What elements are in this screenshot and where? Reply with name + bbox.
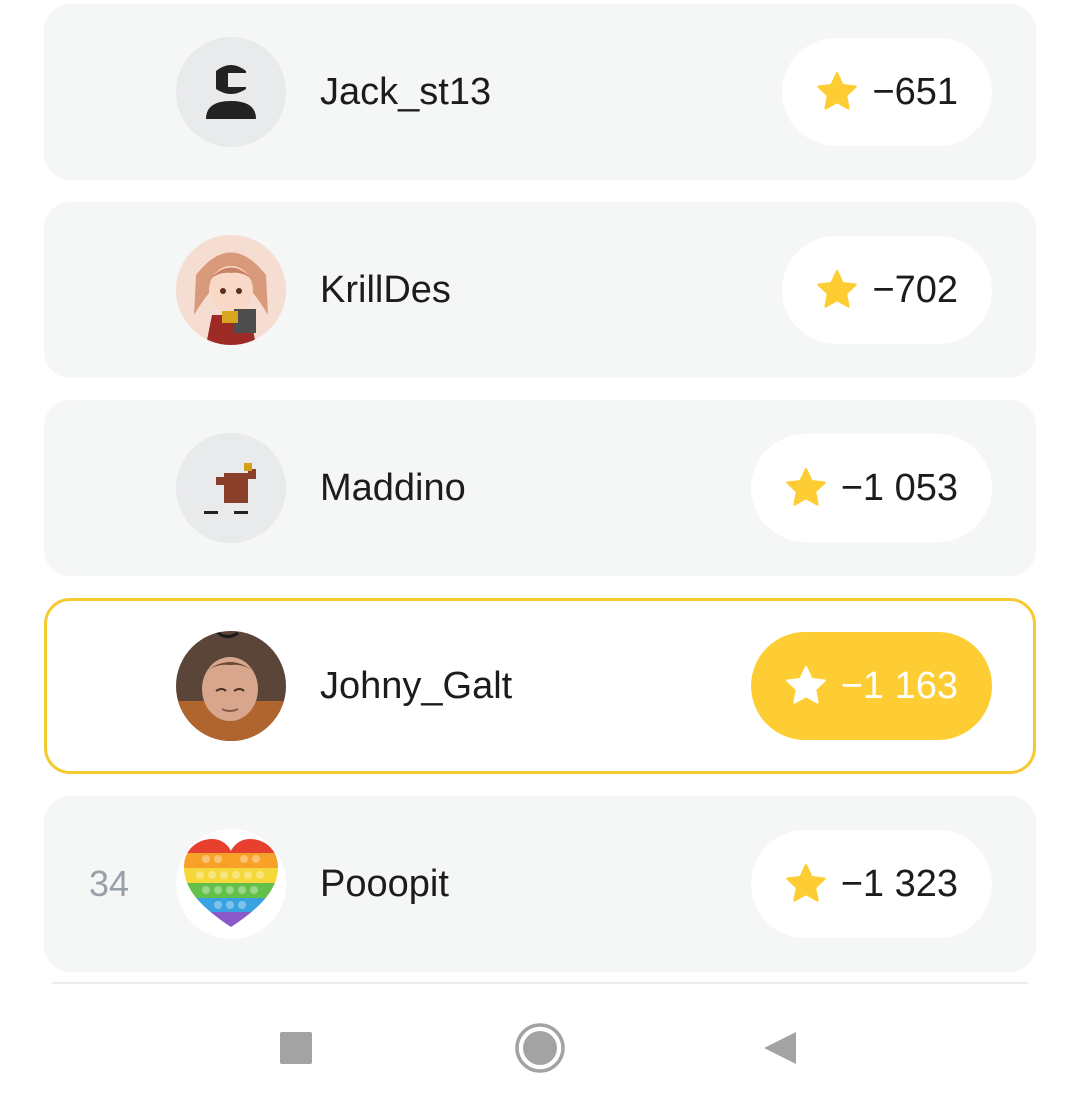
score-badge: −1 323 [750, 830, 992, 938]
star-icon [817, 72, 858, 110]
star-icon [785, 666, 826, 704]
username: Jack_st13 [320, 70, 492, 113]
score-badge-highlighted: −1 163 [750, 632, 992, 740]
leaderboard-row[interactable]: KrillDes −702 [44, 202, 1036, 378]
username: Maddino [320, 466, 466, 509]
rank-number [84, 4, 134, 180]
leaderboard-row[interactable]: 34 Pooopit −1 323 [44, 796, 1036, 972]
username: Pooopit [320, 862, 449, 905]
username: Johny_Galt [320, 664, 513, 707]
score-badge: −1 053 [750, 434, 992, 542]
rank-number [84, 400, 134, 576]
rank-number [84, 202, 134, 378]
leaderboard-row-current-user[interactable]: Johny_Galt −1 163 [44, 598, 1036, 774]
username: KrillDes [320, 268, 451, 311]
recents-square-icon[interactable] [278, 1030, 314, 1066]
system-navigation-bar [0, 984, 1080, 1112]
pixel-figure-avatar-icon[interactable] [176, 433, 286, 543]
rainbow-pop-it-heart-avatar-icon[interactable] [176, 829, 286, 939]
score-badge: −651 [782, 38, 992, 146]
score-value: −1 163 [840, 664, 958, 707]
leaderboard-row[interactable]: Jack_st13 −651 [44, 4, 1036, 180]
home-circle-icon[interactable] [514, 1022, 566, 1074]
leaderboard-row[interactable]: Maddino −1 053 [44, 400, 1036, 576]
default-person-avatar-icon[interactable] [176, 37, 286, 147]
leaderboard-list: Jack_st13 −651 KrillDes −702 Maddino −1 … [44, 4, 1036, 994]
anime-girl-avatar-icon[interactable] [176, 235, 286, 345]
score-badge: −702 [782, 236, 992, 344]
score-value: −702 [872, 268, 958, 311]
score-value: −651 [872, 70, 958, 113]
score-value: −1 323 [840, 862, 958, 905]
star-icon [785, 864, 826, 902]
score-value: −1 053 [840, 466, 958, 509]
star-icon [817, 270, 858, 308]
star-icon [785, 468, 826, 506]
back-triangle-icon[interactable] [762, 1030, 798, 1066]
photo-man-avatar-icon[interactable] [176, 631, 286, 741]
rank-number: 34 [88, 863, 130, 904]
rank-number [87, 601, 137, 771]
